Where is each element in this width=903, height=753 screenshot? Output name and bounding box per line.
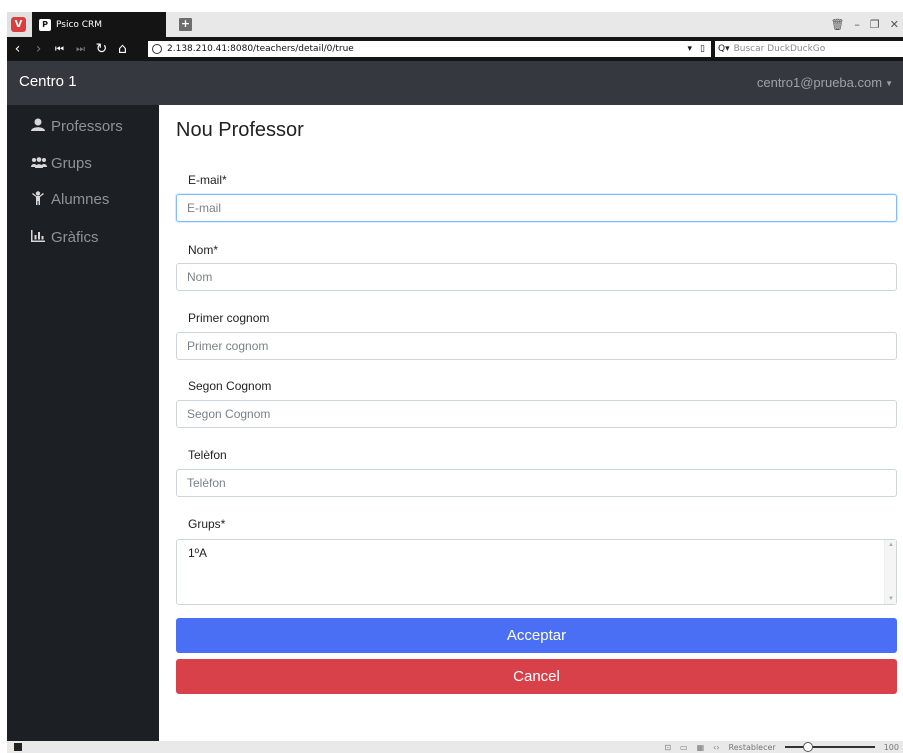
- grups-option[interactable]: 1ºA: [188, 546, 207, 560]
- primer-cognom-field[interactable]: [176, 332, 897, 360]
- forward-icon[interactable]: ›: [28, 41, 49, 57]
- fast-forward-icon[interactable]: ⏭: [70, 44, 91, 55]
- vivaldi-logo-icon: V: [11, 17, 26, 32]
- sidebar-item-alumnes[interactable]: Alumnes: [31, 188, 109, 210]
- scroll-up-icon[interactable]: ▲: [885, 542, 897, 548]
- tab-bar: V P Psico CRM + 🗑 – ❐ ✕: [7, 12, 903, 37]
- back-icon[interactable]: ‹: [7, 41, 28, 57]
- search-engine-icon[interactable]: Q▾: [718, 44, 730, 54]
- sidebar-item-grups[interactable]: Grups: [31, 152, 92, 174]
- browser-menu-button[interactable]: V: [7, 12, 32, 37]
- url-dropdown-icon[interactable]: ▾: [688, 44, 693, 54]
- telefon-label: Telèfon: [188, 448, 227, 462]
- email-label: E-mail*: [188, 173, 227, 187]
- status-controls: ⊡ ▭ ▦ ‹› Restablecer 100: [664, 741, 899, 753]
- users-icon: [31, 156, 47, 171]
- brand-link[interactable]: Centro 1: [19, 73, 77, 90]
- tile-icon[interactable]: ▭: [680, 743, 688, 752]
- accept-button[interactable]: Acceptar: [176, 618, 897, 653]
- user-email: centro1@prueba.com: [756, 75, 883, 90]
- new-tab-button[interactable]: +: [179, 18, 192, 31]
- caret-down-icon: ▼: [885, 79, 893, 89]
- browser-window: V P Psico CRM + 🗑 – ❐ ✕ ‹ › ⏮ ⏭ ↻ ⌂ 2.13…: [0, 0, 903, 753]
- code-icon[interactable]: ‹›: [713, 743, 719, 752]
- sidebar-item-label: Grups: [51, 154, 92, 172]
- segon-cognom-label: Segon Cognom: [188, 379, 272, 393]
- sidebar-item-label: Gràfics: [51, 228, 99, 246]
- search-box[interactable]: Q▾ Buscar DuckDuckGo: [715, 41, 903, 57]
- tab-psico-crm[interactable]: P Psico CRM: [32, 12, 166, 37]
- minimize-icon[interactable]: –: [854, 18, 860, 31]
- sidebar-item-grafics[interactable]: Gràfics: [31, 226, 99, 248]
- search-placeholder: Buscar DuckDuckGo: [733, 44, 826, 54]
- page-title: Nou Professor: [176, 119, 304, 141]
- reset-zoom-button[interactable]: Restablecer: [729, 743, 776, 752]
- segon-cognom-field[interactable]: [176, 400, 897, 428]
- site-info-icon[interactable]: [152, 44, 162, 54]
- zoom-slider-knob[interactable]: [802, 742, 813, 752]
- grups-label: Grups*: [188, 517, 226, 531]
- user-menu[interactable]: centro1@prueba.com ▼: [757, 75, 893, 90]
- nom-field[interactable]: [176, 263, 897, 291]
- zoom-slider[interactable]: [784, 742, 875, 752]
- main-content: Nou Professor E-mail* Nom* Primer cognom…: [159, 105, 903, 741]
- sidebar-item-professors[interactable]: Professors: [31, 115, 123, 137]
- grups-select[interactable]: 1ºA ▲ ▼: [176, 539, 897, 605]
- tab-title: Psico CRM: [56, 19, 103, 30]
- url-bar[interactable]: 2.138.210.41:8080/teachers/detail/0/true…: [148, 41, 711, 57]
- browser-status-bar: ⊡ ▭ ▦ ‹› Restablecer 100: [7, 741, 903, 753]
- window-controls: 🗑 – ❐ ✕: [830, 12, 903, 37]
- select-scrollbar[interactable]: ▲ ▼: [884, 540, 896, 604]
- user-icon: [31, 118, 45, 134]
- url-text: 2.138.210.41:8080/teachers/detail/0/true: [167, 44, 354, 54]
- trash-icon[interactable]: 🗑: [830, 18, 844, 31]
- home-icon[interactable]: ⌂: [112, 41, 133, 57]
- sidebar-item-label: Alumnes: [51, 190, 110, 208]
- bar-chart-icon: [31, 229, 45, 245]
- favicon-icon: P: [39, 18, 51, 31]
- restore-icon[interactable]: ❐: [870, 18, 880, 31]
- app-navbar: Centro 1 centro1@prueba.com ▼: [7, 61, 903, 105]
- rewind-icon[interactable]: ⏮: [49, 44, 70, 55]
- capture-icon[interactable]: ⊡: [664, 743, 671, 752]
- address-toolbar: ‹ › ⏮ ⏭ ↻ ⌂ 2.138.210.41:8080/teachers/d…: [7, 37, 903, 61]
- child-icon: [31, 190, 45, 208]
- sidebar: Professors Grups Alumnes Gràfics: [7, 105, 159, 741]
- image-icon[interactable]: ▦: [697, 743, 705, 752]
- reload-icon[interactable]: ↻: [91, 41, 112, 57]
- bookmark-icon[interactable]: ▯: [700, 44, 705, 54]
- cancel-button[interactable]: Cancel: [176, 659, 897, 694]
- email-field[interactable]: [176, 194, 897, 222]
- zoom-value: 100: [883, 742, 899, 752]
- primer-cognom-label: Primer cognom: [188, 311, 270, 325]
- scroll-down-icon[interactable]: ▼: [885, 596, 897, 602]
- panel-toggle-icon[interactable]: [14, 743, 22, 751]
- telefon-field[interactable]: [176, 469, 897, 497]
- nom-label: Nom*: [188, 243, 219, 257]
- sidebar-item-label: Professors: [51, 117, 123, 135]
- close-icon[interactable]: ✕: [890, 18, 899, 31]
